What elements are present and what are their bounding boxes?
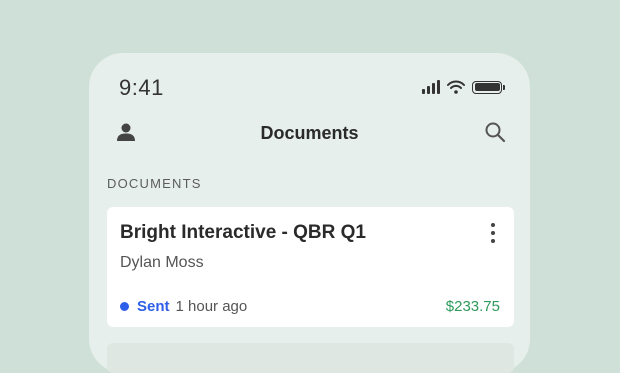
nav-bar: Documents: [89, 119, 530, 147]
document-status: Sent 1 hour ago: [120, 298, 247, 315]
status-icons: [422, 80, 505, 94]
section-label: DOCUMENTS: [107, 176, 202, 191]
signal-icon: [422, 80, 440, 94]
battery-icon: [472, 80, 505, 94]
document-title: Bright Interactive - QBR Q1: [120, 222, 366, 243]
document-card[interactable]: Bright Interactive - QBR Q1 Dylan Moss S…: [107, 207, 514, 327]
document-client: Dylan Moss: [120, 254, 204, 271]
wifi-icon: [447, 80, 465, 94]
more-options-icon[interactable]: [490, 223, 496, 243]
search-icon[interactable]: [484, 121, 506, 143]
page-title: Documents: [260, 123, 359, 143]
status-label: Sent: [137, 298, 170, 315]
document-amount: $233.75: [445, 298, 500, 315]
status-time-ago: 1 hour ago: [175, 298, 248, 315]
status-time: 9:41: [119, 75, 164, 100]
phone-screen: 9:41 Documents DOCUMENTS Bright Interact…: [89, 53, 530, 373]
status-dot-icon: [120, 302, 129, 311]
